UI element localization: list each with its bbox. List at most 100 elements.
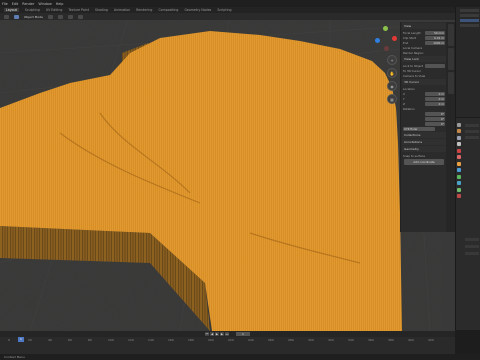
cursor-y-field[interactable]: 0 m [425, 96, 445, 101]
sidebar-tab-view[interactable] [447, 72, 454, 94]
collections-section-title[interactable]: Collections [402, 132, 446, 138]
clip-start-field[interactable]: 0.01 m [425, 35, 445, 40]
current-frame-field[interactable]: 1 [236, 332, 250, 336]
scene-icon[interactable] [457, 148, 461, 153]
outliner-row[interactable] [460, 14, 479, 17]
focal-length-label: Focal Length [403, 30, 421, 35]
menu-item[interactable]: Help [56, 2, 64, 6]
object-menu[interactable] [77, 14, 83, 19]
camera-icon[interactable]: ◉ [387, 81, 397, 91]
timeline-tick-label: 240 [248, 338, 254, 342]
lock-cursor-checkbox[interactable]: To 3D Cursor [403, 69, 421, 73]
geometry-section-title[interactable]: Geometry [402, 146, 446, 152]
rotation-x-field[interactable]: 0° [425, 111, 445, 116]
gizmo-x-icon[interactable] [392, 36, 397, 41]
modifier-icon[interactable] [457, 168, 461, 172]
menu-item[interactable]: Window [38, 2, 51, 6]
constraints-icon[interactable] [457, 187, 461, 192]
grid-view-icon[interactable]: ▦ [387, 94, 397, 104]
property-row[interactable] [465, 252, 479, 255]
gizmo-y-icon[interactable] [383, 26, 388, 31]
rotation-label: Rotation [403, 106, 415, 111]
next-key-icon[interactable]: ▶ [220, 332, 224, 336]
render-region-checkbox[interactable]: Render Region [403, 51, 423, 55]
particles-icon[interactable] [457, 174, 461, 179]
rotation-z-field[interactable]: 0° [425, 121, 445, 126]
tab-compositing[interactable]: Compositing [158, 8, 178, 12]
timeline-tick-label: 420 [428, 338, 434, 342]
cursor-x-field[interactable]: 0 m [425, 91, 445, 96]
view-menu[interactable] [47, 14, 53, 19]
tab-geometry-nodes[interactable]: Geometry Nodes [184, 8, 211, 12]
view-lock-section-title[interactable]: View Lock [402, 56, 446, 62]
output-icon[interactable] [457, 135, 461, 140]
tool-icon[interactable] [457, 122, 461, 127]
clip-end-field[interactable]: 1000 m [425, 40, 445, 45]
tab-sculpting[interactable]: Sculpting [25, 8, 40, 12]
sidebar-tab-item[interactable] [447, 24, 454, 46]
clip-start-label: Clip Start [403, 35, 417, 40]
cursor-section-title[interactable]: 3D Cursor [402, 79, 446, 85]
add-coordinate-button[interactable]: Add coordinate [404, 159, 444, 165]
tab-uv-editing[interactable]: UV Editing [46, 8, 63, 12]
tab-scripting[interactable]: Scripting [217, 8, 231, 12]
property-row[interactable] [465, 124, 479, 127]
editor-type-button[interactable] [4, 14, 9, 19]
jump-start-icon[interactable]: ⏮ [205, 332, 209, 336]
property-row[interactable] [465, 130, 479, 133]
material-icon[interactable] [457, 194, 461, 198]
add-menu[interactable] [67, 14, 73, 19]
rotation-y-field[interactable]: 0° [425, 116, 445, 121]
cursor-z-field[interactable]: 0 m [425, 101, 445, 106]
menu-item[interactable]: File [2, 2, 8, 6]
jump-end-icon[interactable]: ⏭ [225, 332, 229, 336]
properties-tabs [457, 120, 463, 201]
navigation-gizmo[interactable] [372, 26, 398, 52]
zoom-icon[interactable]: + [387, 55, 397, 65]
tab-rendering[interactable]: Rendering [136, 8, 152, 12]
playhead[interactable]: 1 [18, 337, 24, 342]
outliner-row[interactable] [460, 24, 479, 27]
play-icon[interactable]: ▶ [215, 332, 219, 336]
timeline-tick-label: 300 [308, 338, 314, 342]
tab-shading[interactable]: Shading [95, 8, 108, 12]
gizmo-z-icon[interactable] [375, 38, 380, 43]
timeline[interactable]: 1 0 20 40 60 80 100 120 140 160 180 200 220 240 260 28… [0, 337, 455, 354]
menu-item[interactable]: Render [22, 2, 34, 6]
location-label: Location [403, 86, 415, 91]
object-icon[interactable] [457, 161, 461, 166]
mode-selector[interactable] [14, 14, 19, 19]
tab-texture-paint[interactable]: Texture Paint [68, 8, 89, 12]
property-row[interactable] [465, 136, 479, 139]
tab-animation[interactable]: Animation [114, 8, 130, 12]
tab-layout[interactable]: Layout [4, 8, 19, 12]
render-icon[interactable] [457, 129, 461, 133]
lock-object-field[interactable] [425, 63, 445, 68]
outliner-row-selected[interactable] [460, 19, 479, 22]
focal-length-field[interactable]: 50 mm [425, 30, 445, 35]
lock-camera-checkbox[interactable]: Camera to View [403, 74, 425, 78]
sidebar-tabs [446, 22, 455, 232]
viewport-header: Object Mode [0, 13, 455, 20]
property-row[interactable] [465, 238, 479, 241]
menu-item[interactable]: Edit [12, 2, 19, 6]
timeline-tick-label: 160 [168, 338, 174, 342]
prev-key-icon[interactable]: ◀ [210, 332, 214, 336]
rotation-mode-select[interactable]: XYZ Euler [403, 126, 435, 131]
mode-label[interactable]: Object Mode [24, 15, 43, 19]
physics-icon[interactable] [457, 181, 461, 185]
view-section-title[interactable]: View [402, 23, 446, 29]
property-row[interactable] [465, 245, 479, 248]
select-menu[interactable] [57, 14, 63, 19]
sidebar-tab-tool[interactable] [447, 48, 454, 70]
viewport-nav-buttons: + ✋ ◉ ▦ [387, 55, 397, 107]
world-icon[interactable] [457, 155, 461, 159]
timeline-tick-label: 100 [108, 338, 114, 342]
view-layer-icon[interactable] [457, 142, 461, 146]
pan-hand-icon[interactable]: ✋ [387, 68, 397, 78]
sidebar-panel: View Focal Length 50 mm Clip Start 0.01 m … [400, 22, 447, 232]
outliner-row[interactable] [460, 9, 479, 12]
annotations-section-title[interactable]: Annotations [402, 139, 446, 145]
gizmo-negz-icon[interactable] [384, 46, 389, 51]
timeline-tick-label: 280 [288, 338, 294, 342]
